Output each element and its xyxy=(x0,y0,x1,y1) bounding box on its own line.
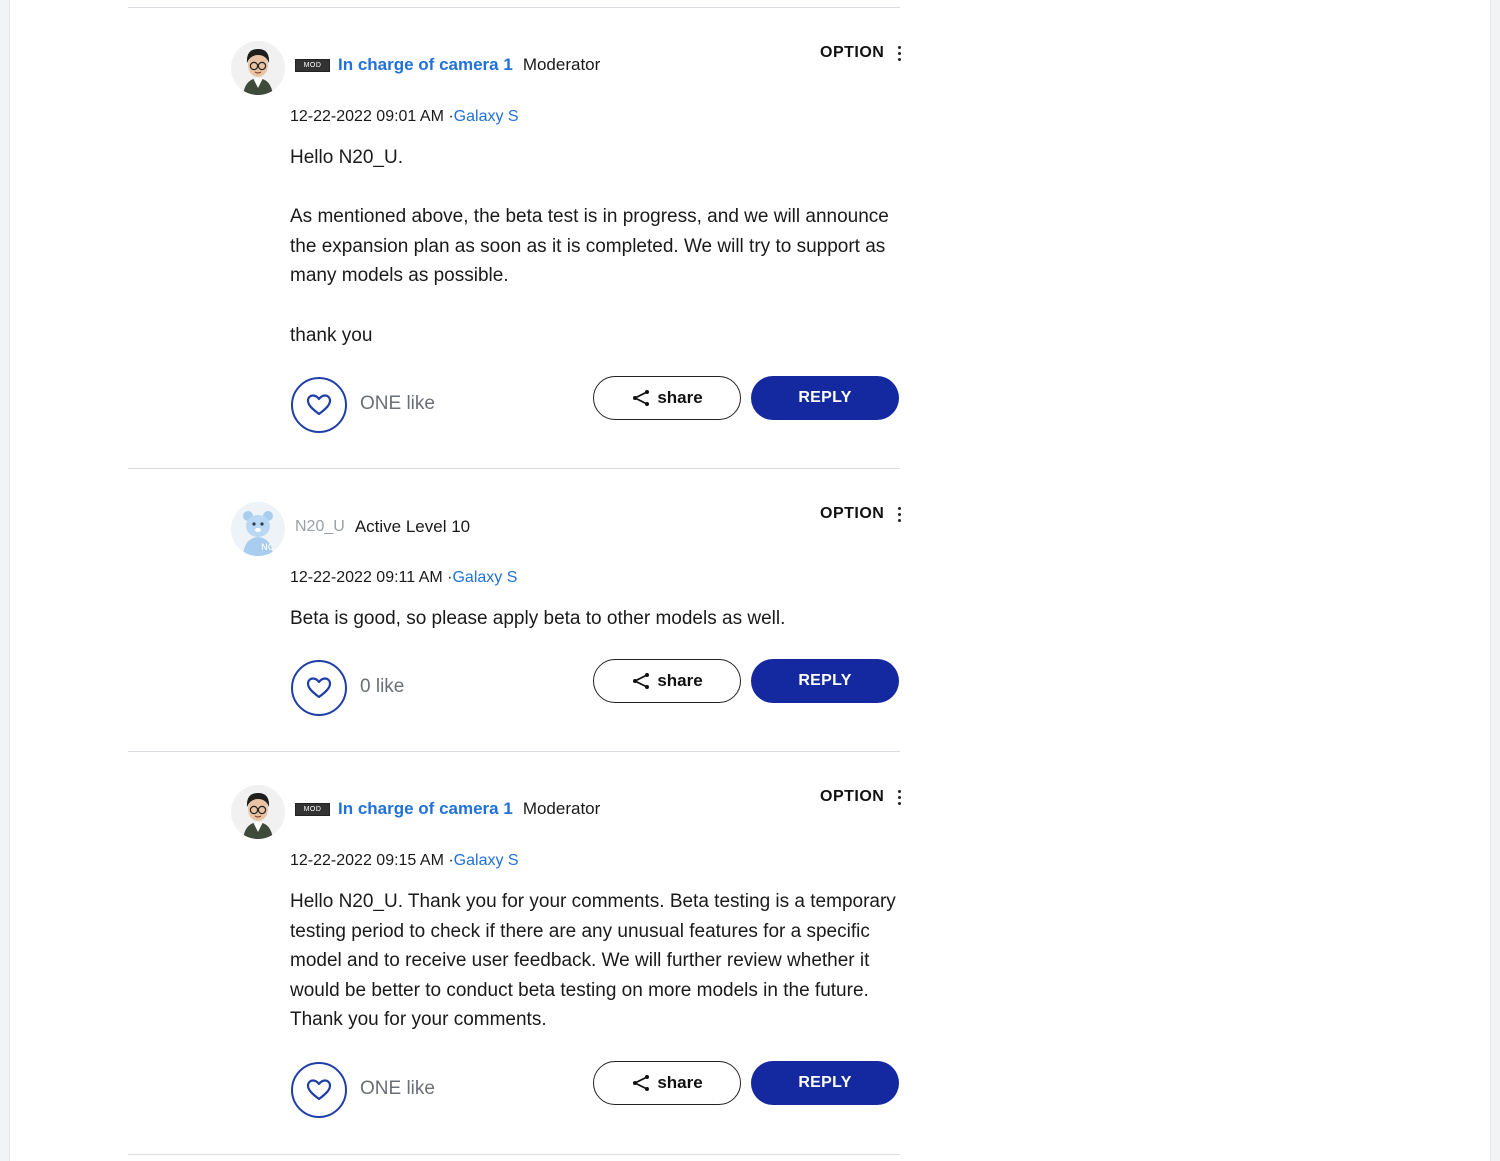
reply-label: REPLY xyxy=(798,672,852,689)
author-line: N20_U Active Level 10 xyxy=(295,514,470,540)
kebab-menu-icon xyxy=(894,45,905,61)
reply-button[interactable]: REPLY xyxy=(751,376,899,420)
like-button[interactable] xyxy=(291,660,347,716)
moderator-avatar[interactable] xyxy=(231,41,285,95)
share-label: share xyxy=(657,671,703,690)
author-line: MOD In charge of camera 1 Moderator xyxy=(295,796,600,822)
moderator-badge: MOD xyxy=(295,802,330,816)
like-count: ONE like xyxy=(360,393,435,414)
post-date: 12-22-2022 09:11 AM xyxy=(290,569,443,586)
divider xyxy=(128,468,900,469)
post-meta: 12-22-2022 09:11 AM ·Galaxy S xyxy=(290,569,517,587)
heart-icon xyxy=(306,394,332,416)
author-name-link[interactable]: In charge of camera 1 xyxy=(338,55,513,75)
share-label: share xyxy=(657,388,703,407)
share-icon xyxy=(633,390,650,406)
author-rank: Moderator xyxy=(522,55,601,74)
heart-icon xyxy=(306,1079,332,1101)
post-paragraph: As mentioned above, the beta test is in … xyxy=(290,206,889,287)
post-date: 12-22-2022 09:15 AM xyxy=(290,852,444,869)
share-icon xyxy=(633,1075,650,1091)
post-body: Beta is good, so please apply beta to ot… xyxy=(290,604,902,634)
author-rank: Moderator xyxy=(522,799,601,818)
option-menu-button[interactable]: OPTION xyxy=(820,788,905,806)
divider xyxy=(128,7,900,8)
author-name-link[interactable]: N20_U xyxy=(295,518,345,536)
board-link[interactable]: Galaxy S xyxy=(454,852,519,869)
divider xyxy=(128,1154,900,1155)
divider xyxy=(128,751,900,752)
share-button[interactable]: share xyxy=(593,659,741,703)
heart-icon xyxy=(306,677,332,699)
post-body: Hello N20_U. Thank you for your comments… xyxy=(290,887,902,1035)
moderator-badge: MOD xyxy=(295,58,330,72)
author-line: MOD In charge of camera 1 Moderator xyxy=(295,52,600,78)
post-meta: 12-22-2022 09:01 AM ·Galaxy S xyxy=(290,108,519,126)
post-date: 12-22-2022 09:01 AM xyxy=(290,108,444,125)
like-button[interactable] xyxy=(291,1062,347,1118)
reply-button[interactable]: REPLY xyxy=(751,1061,899,1105)
post-paragraph: thank you xyxy=(290,324,373,346)
option-label: OPTION xyxy=(820,44,885,61)
moderator-avatar[interactable] xyxy=(231,785,285,839)
reply-label: REPLY xyxy=(798,389,852,406)
board-link[interactable]: Galaxy S xyxy=(454,108,519,125)
like-count: 0 like xyxy=(360,676,405,697)
option-label: OPTION xyxy=(820,788,885,805)
post-paragraph: Hello N20_U. xyxy=(290,147,403,168)
share-label: share xyxy=(657,1073,703,1092)
option-menu-button[interactable]: OPTION xyxy=(820,44,905,62)
option-menu-button[interactable]: OPTION xyxy=(820,505,905,523)
like-button[interactable] xyxy=(291,377,347,433)
reply-button[interactable]: REPLY xyxy=(751,659,899,703)
post-paragraph: Beta is good, so please apply beta to ot… xyxy=(290,608,786,629)
svg-text:NC: NC xyxy=(261,543,274,553)
kebab-menu-icon xyxy=(894,789,905,805)
share-button[interactable]: share xyxy=(593,376,741,420)
like-count: ONE like xyxy=(360,1078,435,1099)
post-body: Hello N20_U. As mentioned above, the bet… xyxy=(290,143,902,350)
post-meta: 12-22-2022 09:15 AM ·Galaxy S xyxy=(290,852,519,870)
post-paragraph: Hello N20_U. Thank you for your comments… xyxy=(290,891,896,1031)
board-link[interactable]: Galaxy S xyxy=(452,569,517,586)
reply-thread-page: MOD In charge of camera 1 Moderator OPTI… xyxy=(9,0,1491,1161)
option-label: OPTION xyxy=(820,505,885,522)
share-button[interactable]: share xyxy=(593,1061,741,1105)
reply-label: REPLY xyxy=(798,1074,852,1091)
author-name-link[interactable]: In charge of camera 1 xyxy=(338,799,513,819)
author-rank: Active Level 10 xyxy=(354,517,471,536)
share-icon xyxy=(633,673,650,689)
kebab-menu-icon xyxy=(894,506,905,522)
bear-avatar[interactable]: NC xyxy=(231,502,285,556)
